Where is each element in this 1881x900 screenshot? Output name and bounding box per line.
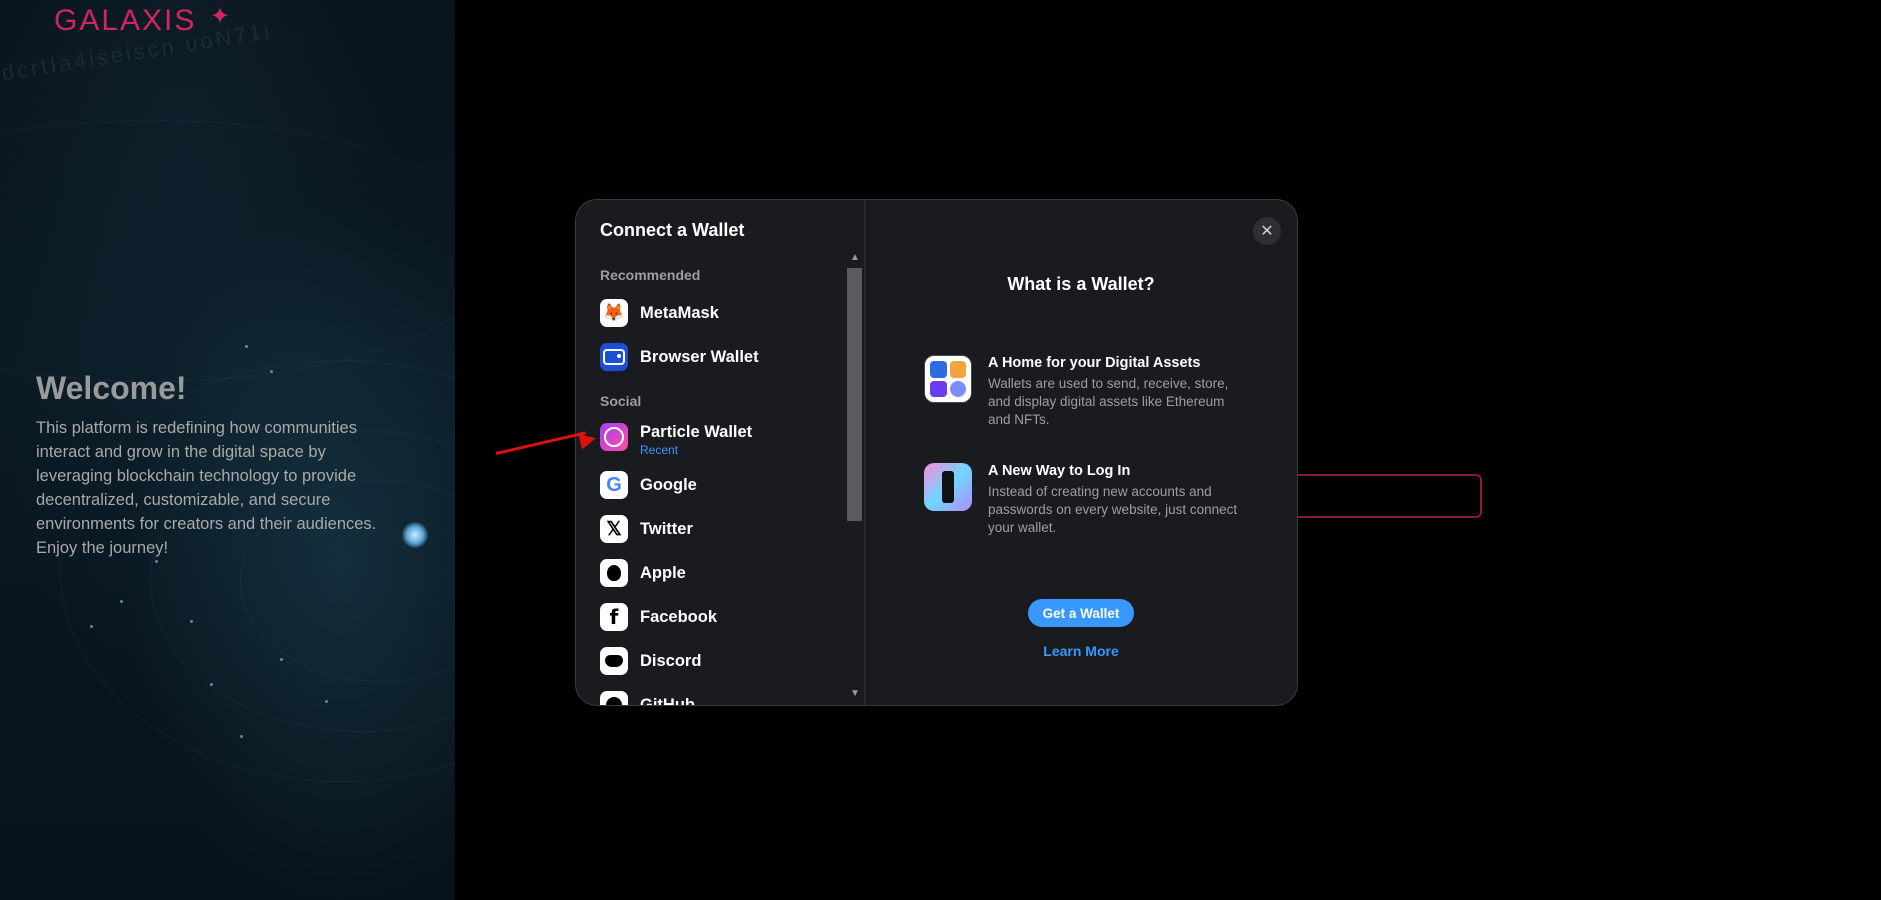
wallet-option-label: Twitter (640, 519, 693, 538)
wallet-option-label: GitHub (640, 695, 695, 706)
star (245, 345, 248, 348)
star (280, 658, 283, 661)
key-login-icon (924, 463, 972, 511)
wallet-option-twitter[interactable]: 𝕏 Twitter (600, 513, 693, 545)
wallet-option-discord[interactable]: Discord (600, 645, 701, 677)
feature-description: Instead of creating new accounts and pas… (988, 484, 1238, 535)
wallet-option-label: Apple (640, 563, 686, 582)
star (325, 700, 328, 703)
star (210, 683, 213, 686)
star (155, 560, 158, 563)
metamask-icon: 🦊 (600, 299, 628, 327)
wallet-option-label: Google (640, 475, 697, 494)
google-icon: G (600, 471, 628, 499)
section-label-recommended: Recommended (600, 267, 701, 283)
section-label-social: Social (600, 393, 642, 409)
glowing-orb (402, 522, 428, 548)
facebook-icon: f (600, 603, 628, 631)
wallet-list-panel: Connect a Wallet Recommended 🦊 MetaMask … (576, 200, 865, 705)
apple-icon (600, 559, 628, 587)
welcome-description: This platform is redefining how communit… (36, 419, 377, 557)
get-wallet-button[interactable]: Get a Wallet (1028, 599, 1134, 627)
star (240, 735, 243, 738)
wallet-option-github[interactable]: GitHub (600, 689, 695, 706)
scroll-down-icon[interactable]: ▼ (850, 688, 860, 699)
wallet-option-particle[interactable]: Particle Wallet Recent (600, 421, 752, 461)
x-icon: 𝕏 (600, 515, 628, 543)
connect-wallet-modal: Connect a Wallet Recommended 🦊 MetaMask … (575, 199, 1298, 706)
close-button[interactable]: ✕ (1253, 217, 1281, 245)
digital-assets-icon (924, 355, 972, 403)
feature-title: A Home for your Digital Assets (988, 355, 1201, 371)
recent-badge: Recent (640, 443, 679, 457)
scroll-up-icon[interactable]: ▲ (850, 252, 860, 263)
star (270, 370, 273, 373)
modal-title: Connect a Wallet (600, 220, 745, 240)
wallet-option-browser-wallet[interactable]: Browser Wallet (600, 341, 759, 373)
decorative-ring (0, 120, 455, 382)
wallet-option-facebook[interactable]: f Facebook (600, 601, 717, 633)
astronaut-icon: ✦ (210, 3, 231, 30)
welcome-panel: rdcrtIa4iseiscn uoN71i GALAXIS ✦ Welcome… (0, 0, 455, 900)
wallet-option-label: MetaMask (640, 303, 719, 322)
wallet-option-label: Discord (640, 651, 702, 670)
wallet-option-google[interactable]: G Google (600, 469, 697, 501)
info-title: What is a Wallet? (1007, 274, 1155, 294)
wallet-option-label: Particle Wallet (640, 423, 753, 441)
wallet-option-metamask[interactable]: 🦊 MetaMask (600, 297, 719, 329)
discord-icon (600, 647, 628, 675)
wallet-option-label: Browser Wallet (640, 347, 759, 366)
feature-title: A New Way to Log In (988, 463, 1131, 479)
wallet-option-apple[interactable]: Apple (600, 557, 686, 589)
feature-description: Wallets are used to send, receive, store… (988, 376, 1229, 427)
annotation-arrow (495, 431, 586, 455)
star (120, 600, 123, 603)
star (190, 620, 193, 623)
github-icon (600, 691, 628, 705)
welcome-title: Welcome! (36, 370, 187, 406)
browser-wallet-icon (600, 343, 628, 371)
scrollbar-thumb[interactable] (847, 268, 862, 521)
learn-more-link[interactable]: Learn More (865, 643, 1297, 659)
star (90, 625, 93, 628)
wallet-option-label: Facebook (640, 607, 718, 626)
particle-icon (600, 423, 628, 451)
galaxis-logo[interactable]: GALAXIS (54, 4, 196, 38)
